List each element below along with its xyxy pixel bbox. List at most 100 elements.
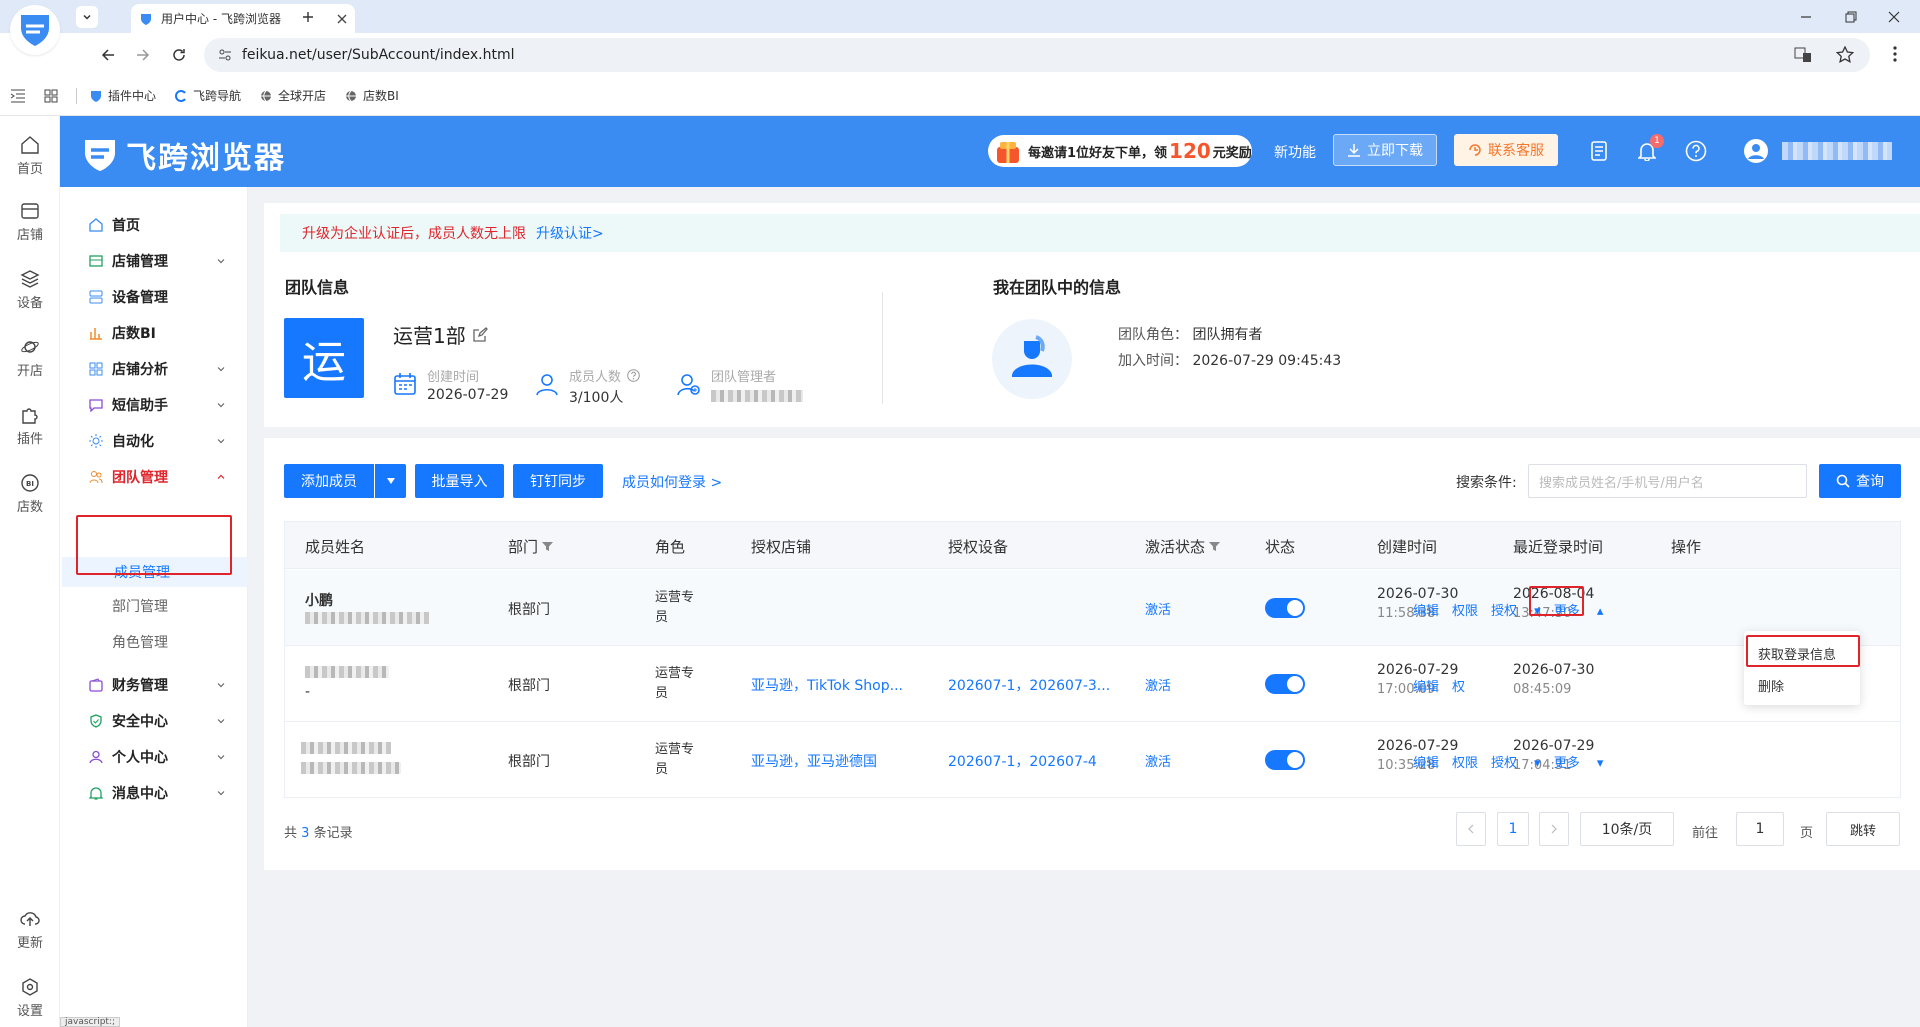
- page-size-select[interactable]: 10条/页: [1580, 812, 1674, 846]
- document-icon[interactable]: [1586, 138, 1612, 164]
- download-button[interactable]: 立即下载: [1333, 134, 1437, 166]
- goto-page-input[interactable]: 1: [1736, 812, 1784, 846]
- highlight-box-login-info: [1746, 635, 1860, 667]
- more-label: 更多: [1553, 756, 1580, 771]
- sidebar-subitem-roles[interactable]: 角色管理: [60, 624, 248, 660]
- sidebar-toggle-icon[interactable]: [10, 89, 26, 103]
- status-url-tooltip: javascript:;: [60, 1017, 121, 1027]
- sidebar-item-messages[interactable]: 消息中心: [60, 773, 248, 813]
- minimize-button[interactable]: [1792, 6, 1820, 28]
- more-dropdown[interactable]: 更多 ▾: [1554, 752, 1604, 771]
- filter-icon[interactable]: [542, 541, 554, 552]
- authorized-devices[interactable]: 202607-1，202607-4: [948, 751, 1097, 771]
- close-window-button[interactable]: [1880, 6, 1908, 28]
- rail-item-store[interactable]: 店铺: [0, 202, 60, 243]
- rail-item-plugins[interactable]: 插件: [0, 406, 60, 447]
- sidebar-item-sms[interactable]: 短信助手: [60, 385, 248, 425]
- brand[interactable]: 飞跨浏览器: [82, 133, 286, 177]
- team-admin: 团队管理者: [677, 366, 803, 402]
- sidebar-item-store[interactable]: 店铺管理: [60, 241, 248, 281]
- sidebar-item-automation[interactable]: 自动化: [60, 421, 248, 461]
- batch-import-button[interactable]: 批量导入: [415, 464, 504, 498]
- query-button[interactable]: 查询: [1819, 464, 1901, 498]
- rail-item-update[interactable]: 更新: [0, 910, 60, 951]
- invite-promo[interactable]: 每邀请1位好友下单，领 120 元奖励: [988, 135, 1252, 167]
- status-toggle[interactable]: [1265, 750, 1305, 770]
- filter-icon[interactable]: [1209, 541, 1221, 552]
- tab-close-icon[interactable]: [337, 14, 347, 24]
- rail-item-open-store[interactable]: 开店: [0, 338, 60, 379]
- add-member-dropdown-button[interactable]: [375, 464, 406, 498]
- back-button[interactable]: [95, 43, 121, 67]
- rail-item-bi[interactable]: BI 店数: [0, 474, 60, 515]
- login-date: 2026-07-30: [1513, 662, 1595, 678]
- how-to-login-link[interactable]: 成员如何登录 >: [622, 472, 722, 492]
- rail-item-device[interactable]: 设备: [0, 270, 60, 311]
- bookmark-global-store[interactable]: 全球开店: [259, 87, 326, 104]
- info-divider: [882, 292, 883, 404]
- authorize-dropdown[interactable]: 授权 ▾: [1491, 752, 1541, 771]
- authorized-stores[interactable]: 亚马逊，TikTok Shop...: [751, 675, 903, 695]
- edit-link[interactable]: 编辑: [1413, 752, 1439, 771]
- rail-item-home[interactable]: 首页: [0, 136, 60, 177]
- edit-link[interactable]: 编辑: [1413, 676, 1439, 695]
- add-member-button[interactable]: 添加成员: [284, 464, 374, 498]
- sidebar-subitem-departments[interactable]: 部门管理: [60, 588, 248, 624]
- sidebar-item-label: 财务管理: [112, 678, 168, 694]
- sidebar-item-finance[interactable]: 财务管理: [60, 665, 248, 705]
- col-dept[interactable]: 部门: [508, 536, 554, 557]
- browser-menu-icon[interactable]: [1893, 46, 1897, 62]
- sidebar-item-personal[interactable]: 个人中心: [60, 737, 248, 777]
- forward-button[interactable]: [130, 43, 156, 67]
- url-field[interactable]: feikua.net/user/SubAccount/index.html: [204, 38, 1870, 72]
- reload-button[interactable]: [166, 43, 192, 67]
- authorized-stores[interactable]: 亚马逊，亚马逊德国: [751, 751, 877, 771]
- help-icon[interactable]: [1683, 138, 1709, 164]
- bookmark-plugin-center[interactable]: 插件中心: [89, 87, 156, 104]
- support-button[interactable]: 联系客服: [1454, 134, 1558, 166]
- activation-status[interactable]: 激活: [1145, 599, 1171, 618]
- permission-link[interactable]: 权限: [1452, 752, 1478, 771]
- rail-item-settings[interactable]: 设置: [0, 978, 60, 1019]
- sidebar-item-bi[interactable]: 店数BI: [60, 313, 248, 353]
- restore-button[interactable]: [1837, 6, 1865, 28]
- bookmark-nav[interactable]: 飞跨导航: [174, 87, 241, 104]
- status-toggle[interactable]: [1265, 598, 1305, 618]
- question-icon[interactable]: [627, 369, 640, 382]
- translate-icon[interactable]: [1794, 46, 1812, 64]
- next-page-button[interactable]: [1539, 812, 1569, 846]
- activation-status[interactable]: 激活: [1145, 751, 1171, 770]
- status-toggle[interactable]: [1265, 674, 1305, 694]
- sidebar-item-home[interactable]: 首页: [60, 205, 248, 245]
- new-feature-link[interactable]: 新功能: [1274, 142, 1316, 162]
- new-tab-button[interactable]: [297, 6, 319, 28]
- username-blurred[interactable]: [1782, 142, 1892, 160]
- browser-tab-active[interactable]: 用户中心 - 飞跨浏览器: [131, 4, 355, 33]
- authorized-devices[interactable]: 202607-1，202607-3...: [948, 675, 1110, 695]
- member-username-blurred: [301, 762, 401, 774]
- jump-button[interactable]: 跳转: [1826, 812, 1900, 846]
- edit-link[interactable]: 编辑: [1413, 600, 1439, 619]
- prev-page-button[interactable]: [1456, 812, 1486, 846]
- permission-link-cut[interactable]: 权: [1452, 676, 1465, 695]
- tab-list-button[interactable]: [76, 6, 98, 28]
- sidebar-item-device[interactable]: 设备管理: [60, 277, 248, 317]
- apps-grid-icon[interactable]: [44, 89, 58, 103]
- user-avatar-icon[interactable]: [1743, 138, 1769, 164]
- sidebar-item-team[interactable]: 团队管理: [60, 457, 248, 497]
- permission-link[interactable]: 权限: [1452, 600, 1478, 619]
- site-info-icon[interactable]: [218, 48, 232, 62]
- search-input[interactable]: 搜索成员姓名/手机号/用户名: [1528, 464, 1807, 498]
- bookmark-bi[interactable]: 店数BI: [344, 87, 399, 104]
- edit-icon[interactable]: [472, 326, 488, 343]
- sidebar-item-analysis[interactable]: 店铺分析: [60, 349, 248, 389]
- sidebar-item-security[interactable]: 安全中心: [60, 701, 248, 741]
- delete-item[interactable]: 删除: [1758, 676, 1784, 695]
- col-activation[interactable]: 激活状态: [1145, 536, 1221, 557]
- team-icon: [88, 469, 104, 485]
- activation-status[interactable]: 激活: [1145, 675, 1171, 694]
- upgrade-link[interactable]: 升级认证>: [536, 223, 604, 243]
- bookmark-star-icon[interactable]: [1836, 46, 1854, 64]
- page-number-current[interactable]: 1: [1497, 812, 1529, 846]
- dingtalk-sync-button[interactable]: 钉钉同步: [513, 464, 603, 498]
